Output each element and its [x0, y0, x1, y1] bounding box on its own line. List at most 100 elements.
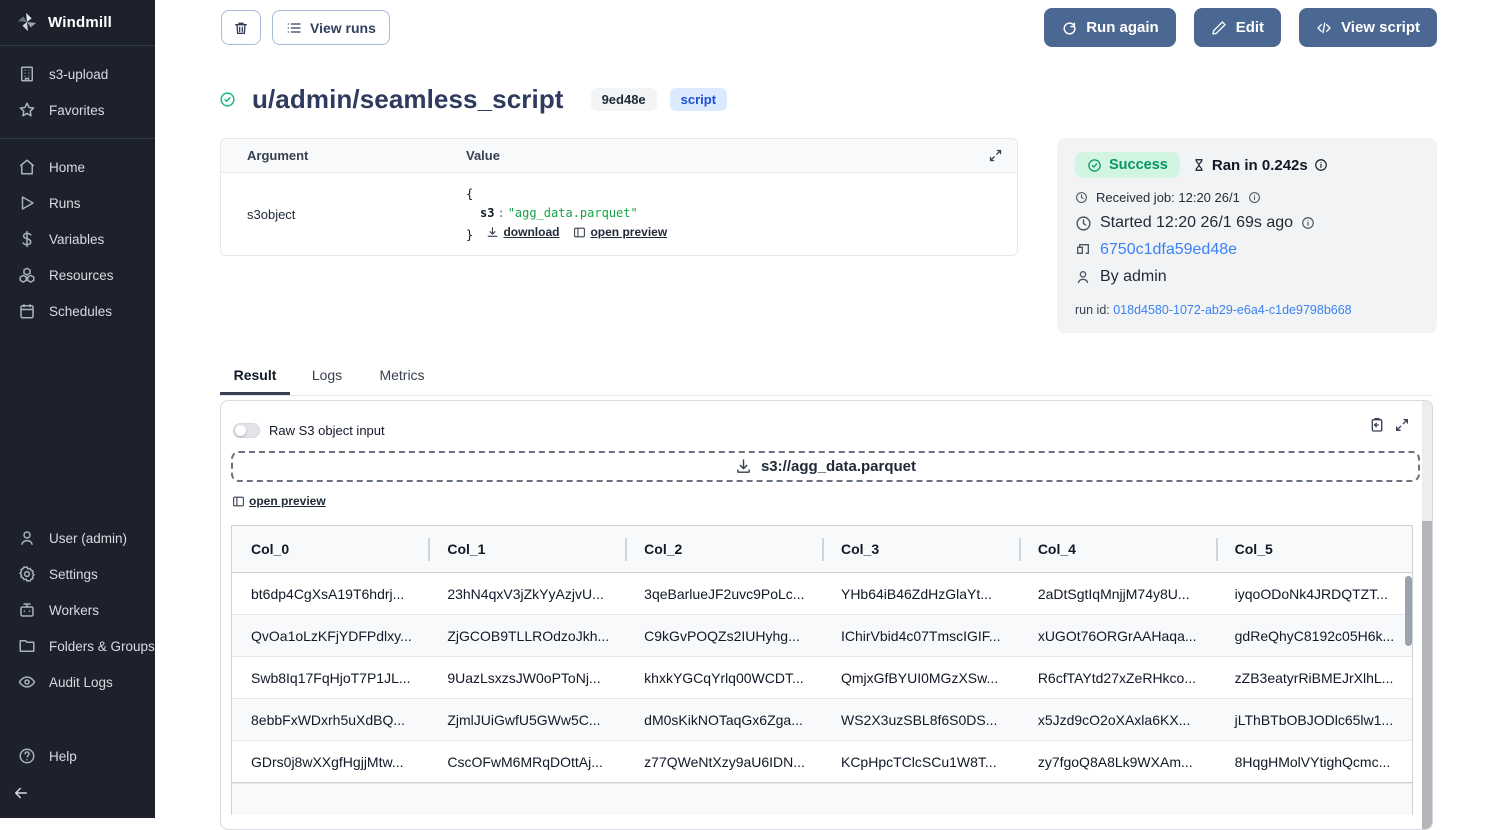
- table-cell[interactable]: YHb64iB46ZdHzGlaYt...: [822, 573, 1019, 615]
- sidebar-item-variables[interactable]: Variables: [0, 221, 155, 257]
- sidebar-item-audit-logs[interactable]: Audit Logs: [0, 664, 155, 700]
- view-script-button[interactable]: View script: [1299, 8, 1437, 47]
- sidebar-item-workers[interactable]: Workers: [0, 592, 155, 628]
- column-header[interactable]: Col_1: [428, 526, 625, 573]
- sidebar-item-favorites[interactable]: Favorites: [0, 92, 155, 128]
- table-cell[interactable]: R6cfTAYtd27xZeRHkco...: [1019, 657, 1216, 699]
- worker-job-row: 6750c1dfa59ed48e: [1075, 241, 1419, 259]
- delete-button[interactable]: [221, 10, 261, 45]
- user-icon: [1075, 269, 1092, 286]
- sidebar-item-home[interactable]: Home: [0, 149, 155, 185]
- table-cell[interactable]: zy7fgoQ8A8Lk9WXAm...: [1019, 741, 1216, 783]
- run-again-button[interactable]: Run again: [1044, 8, 1176, 47]
- table-cell[interactable]: ZjGCOB9TLLROdzoJkh...: [428, 615, 625, 657]
- fullscreen-icon[interactable]: [1394, 417, 1410, 433]
- panel-scrollbar-track[interactable]: [1422, 401, 1432, 830]
- table-cell[interactable]: GDrs0j8wXXgfHgjjMtw...: [232, 741, 429, 783]
- table-cell[interactable]: iyqoODoNk4JRDQTZT...: [1216, 573, 1413, 615]
- run-id-link[interactable]: 018d4580-1072-ab29-e6a4-c1de9798b668: [1113, 303, 1351, 317]
- column-resize-handle[interactable]: [625, 538, 627, 561]
- edit-button[interactable]: Edit: [1194, 8, 1281, 47]
- table-cell[interactable]: ZjmlJUiGwfU5GWw5C...: [428, 699, 625, 741]
- table-cell[interactable]: C9kGvPOQZs2IUHyhg...: [625, 615, 822, 657]
- column-header[interactable]: Col_0: [232, 526, 429, 573]
- sidebar-item-folders-groups[interactable]: Folders & Groups: [0, 628, 155, 664]
- table-cell[interactable]: QvOa1oLzKFjYDFPdlxy...: [232, 615, 429, 657]
- download-link[interactable]: download: [486, 223, 559, 242]
- table-cell[interactable]: WS2X3uzSBL8f6S0DS...: [822, 699, 1019, 741]
- table-cell[interactable]: jLThBTbOBJODlc65lw1...: [1216, 699, 1413, 741]
- main-content: View runs Run again Edit View script u/a…: [155, 0, 1493, 818]
- home-icon: [18, 158, 36, 176]
- column-header[interactable]: Col_4: [1019, 526, 1216, 573]
- table-row: 8ebbFxWDxrh5uXdBQ...ZjmlJUiGwfU5GWw5C...…: [232, 699, 1413, 741]
- table-cell[interactable]: KCpHpcTClcSCu1W8T...: [822, 741, 1019, 783]
- run-duration: Ran in 0.242s: [1192, 157, 1328, 174]
- info-icon[interactable]: [1314, 158, 1328, 172]
- table-row: GDrs0j8wXXgfHgjjMtw...CscOFwM6MRqDOttAj.…: [232, 741, 1413, 783]
- sidebar-item-label: Home: [49, 160, 85, 175]
- table-cell[interactable]: 9UazLsxzsJW0oPToNj...: [428, 657, 625, 699]
- open-panel-icon: [573, 226, 586, 239]
- chip-icon: [1075, 242, 1092, 259]
- tab-result[interactable]: Result: [220, 363, 290, 395]
- worker-job-link[interactable]: 6750c1dfa59ed48e: [1100, 241, 1237, 259]
- edit-label: Edit: [1236, 19, 1264, 36]
- sidebar-item-resources[interactable]: Resources: [0, 257, 155, 293]
- sidebar-item-runs[interactable]: Runs: [0, 185, 155, 221]
- column-header[interactable]: Col_3: [822, 526, 1019, 573]
- sidebar-item-label: s3-upload: [49, 67, 108, 82]
- panel-scrollbar-thumb[interactable]: [1422, 521, 1432, 830]
- column-header[interactable]: Col_5: [1216, 526, 1413, 573]
- brand[interactable]: Windmill: [0, 0, 155, 45]
- table-cell[interactable]: dM0sKikNOTaqGx6Zga...: [625, 699, 822, 741]
- table-cell[interactable]: xUGOt76ORGrAAHaqa...: [1019, 615, 1216, 657]
- table-cell[interactable]: Swb8Iq17FqHjoT7P1JL...: [232, 657, 429, 699]
- table-cell[interactable]: IChirVbid4c07TmscIGIF...: [822, 615, 1019, 657]
- collapse-sidebar-button[interactable]: [0, 774, 155, 812]
- play-icon: [18, 194, 36, 212]
- tab-metrics[interactable]: Metrics: [364, 363, 440, 395]
- table-cell[interactable]: gdReQhyC8192c05H6k...: [1216, 615, 1413, 657]
- table-cell[interactable]: z77QWeNtXzy9aU6IDN...: [625, 741, 822, 783]
- column-resize-handle[interactable]: [428, 538, 430, 561]
- tab-logs[interactable]: Logs: [292, 363, 362, 395]
- table-cell[interactable]: QmjxGfBYUI0MGzXSw...: [822, 657, 1019, 699]
- info-icon[interactable]: [1248, 191, 1261, 204]
- sidebar-item-settings[interactable]: Settings: [0, 556, 155, 592]
- table-cell[interactable]: bt6dp4CgXsA19T6hdrj...: [232, 573, 429, 615]
- sidebar-item-label: User (admin): [49, 531, 127, 546]
- raw-s3-toggle[interactable]: [233, 423, 260, 438]
- table-cell[interactable]: 2aDtSgtIqMnjjM74y8U...: [1019, 573, 1216, 615]
- expand-args-icon[interactable]: [988, 148, 1003, 163]
- copy-result-icon[interactable]: [1369, 417, 1385, 433]
- sidebar-item-label: Favorites: [49, 103, 105, 118]
- open-preview-link[interactable]: open preview: [232, 494, 326, 508]
- info-icon[interactable]: [1301, 216, 1315, 230]
- table-row: Swb8Iq17FqHjoT7P1JL...9UazLsxzsJW0oPToNj…: [232, 657, 1413, 699]
- open-preview-link[interactable]: open preview: [573, 223, 667, 242]
- page-title: u/admin/seamless_script: [252, 84, 564, 115]
- s3-download-area[interactable]: s3://agg_data.parquet: [231, 451, 1420, 482]
- table-cell[interactable]: 23hN4qxV3jZkYyAzjvU...: [428, 573, 625, 615]
- table-cell[interactable]: 3qeBarlueJF2uvc9PoLc...: [625, 573, 822, 615]
- column-header[interactable]: Col_2: [625, 526, 822, 573]
- table-cell[interactable]: x5Jzd9cO2oXAxla6KX...: [1019, 699, 1216, 741]
- table-cell[interactable]: CscOFwM6MRqDOttAj...: [428, 741, 625, 783]
- sidebar-item-user[interactable]: User (admin): [0, 520, 155, 556]
- gear-icon: [18, 565, 36, 583]
- sidebar-item-s3-upload[interactable]: s3-upload: [0, 56, 155, 92]
- sidebar-item-help[interactable]: Help: [0, 738, 155, 774]
- table-cell[interactable]: 8HqgHMolVYtighQcmc...: [1216, 741, 1413, 783]
- column-resize-handle[interactable]: [1019, 538, 1021, 561]
- column-resize-handle[interactable]: [822, 538, 824, 561]
- table-cell[interactable]: khxkYGCqYrlq00WCDT...: [625, 657, 822, 699]
- download-icon: [735, 458, 752, 475]
- pencil-icon: [1211, 20, 1227, 36]
- table-cell[interactable]: 8ebbFxWDxrh5uXdBQ...: [232, 699, 429, 741]
- view-runs-button[interactable]: View runs: [272, 10, 390, 45]
- table-cell[interactable]: zZB3eatyrRiBMEJrXlhL...: [1216, 657, 1413, 699]
- table-scrollbar-thumb[interactable]: [1405, 576, 1412, 646]
- sidebar-item-schedules[interactable]: Schedules: [0, 293, 155, 329]
- column-resize-handle[interactable]: [1216, 538, 1218, 561]
